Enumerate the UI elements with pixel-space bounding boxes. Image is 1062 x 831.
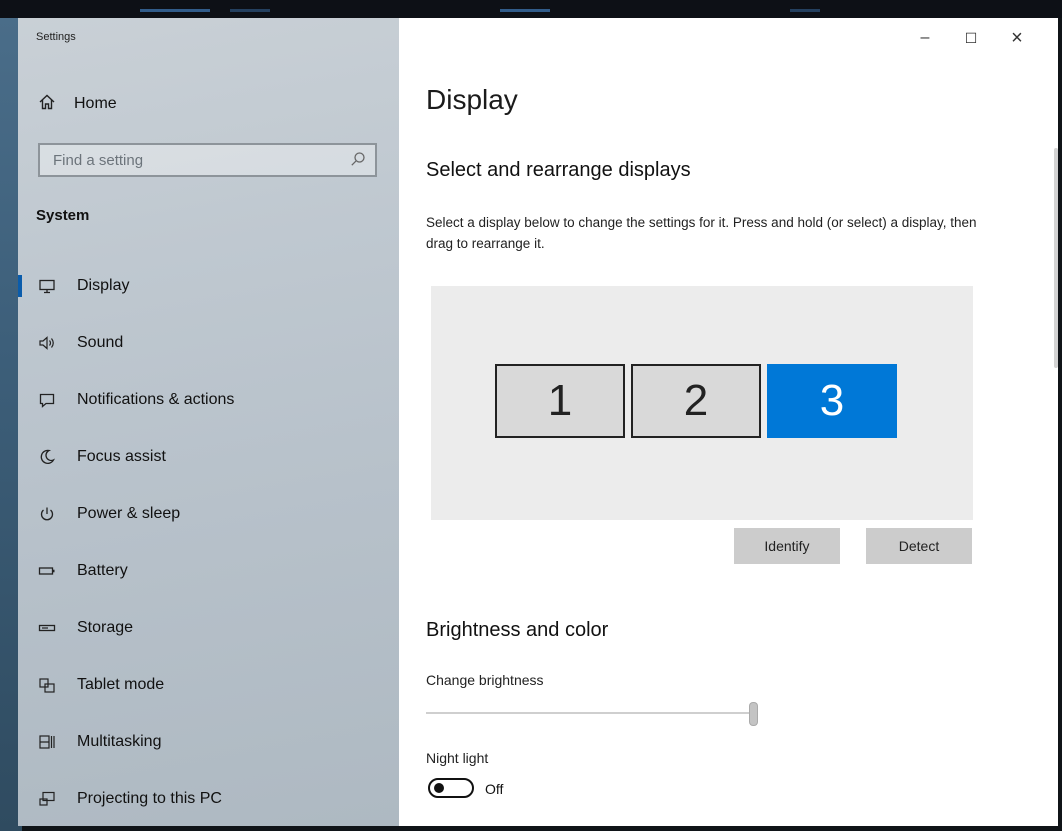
night-light-toggle[interactable] (428, 778, 474, 798)
sidebar: Settings Home System Display Sound (18, 18, 399, 826)
scrollbar[interactable] (1054, 148, 1058, 368)
window-title: Settings (36, 31, 76, 43)
sidebar-item-power-sleep[interactable]: Power & sleep (18, 485, 399, 542)
display-arrangement-area: 1 2 3 (431, 286, 973, 520)
search-icon[interactable] (349, 150, 367, 168)
sidebar-item-sound[interactable]: Sound (18, 314, 399, 371)
moon-icon (36, 446, 58, 468)
sidebar-item-tablet-mode[interactable]: Tablet mode (18, 656, 399, 713)
main-content: – ☐ × Display Select and rearrange displ… (399, 18, 1058, 826)
sidebar-item-multitasking[interactable]: Multitasking (18, 713, 399, 770)
sidebar-item-notifications[interactable]: Notifications & actions (18, 371, 399, 428)
page-title: Display (426, 84, 518, 115)
toggle-knob (434, 783, 444, 793)
home-link[interactable]: Home (36, 92, 117, 116)
tablet-mode-icon (36, 674, 58, 696)
arrange-description: Select a display below to change the set… (426, 215, 977, 251)
search-input[interactable] (40, 145, 353, 175)
sidebar-item-label: Display (77, 276, 130, 294)
notification-icon (36, 389, 58, 411)
brightness-heading: Brightness and color (426, 619, 609, 641)
taskbar-item (790, 9, 820, 12)
monitor-2[interactable]: 2 (631, 364, 761, 438)
sidebar-item-label: Multitasking (77, 732, 162, 750)
monitor-1[interactable]: 1 (495, 364, 625, 438)
sidebar-item-battery[interactable]: Battery (18, 542, 399, 599)
speaker-icon (36, 332, 58, 354)
sidebar-item-storage[interactable]: Storage (18, 599, 399, 656)
sidebar-item-label: Storage (77, 618, 134, 636)
detect-button[interactable]: Detect (866, 528, 972, 564)
sidebar-item-focus-assist[interactable]: Focus assist (18, 428, 399, 485)
sidebar-item-label: Focus assist (77, 447, 166, 465)
night-light-label: Night light (426, 750, 489, 766)
section-heading-system: System (36, 207, 90, 224)
home-icon (36, 93, 58, 116)
taskbar-strip (0, 0, 1062, 18)
close-icon: × (1011, 26, 1023, 49)
maximize-icon: ☐ (964, 29, 978, 46)
sidebar-item-label: Tablet mode (77, 675, 165, 693)
home-label: Home (74, 95, 117, 112)
brightness-label: Change brightness (426, 672, 544, 688)
sidebar-item-display[interactable]: Display (18, 257, 399, 314)
monitor-icon (36, 275, 58, 297)
taskbar-item (140, 9, 210, 12)
sidebar-item-projecting[interactable]: Projecting to this PC (18, 770, 399, 826)
taskbar-item (500, 9, 550, 12)
storage-icon (36, 617, 58, 639)
maximize-button[interactable]: ☐ (948, 18, 994, 58)
minimize-button[interactable]: – (902, 18, 948, 58)
sidebar-item-label: Power & sleep (77, 504, 181, 522)
identify-button[interactable]: Identify (734, 528, 840, 564)
sidebar-item-label: Notifications & actions (77, 390, 235, 408)
battery-icon (36, 560, 58, 582)
power-icon (36, 503, 58, 525)
close-button[interactable]: × (994, 18, 1040, 58)
search-box (38, 143, 377, 177)
projecting-icon (36, 788, 58, 810)
sidebar-item-label: Projecting to this PC (77, 789, 222, 807)
monitor-3[interactable]: 3 (767, 364, 897, 438)
sidebar-item-label: Sound (77, 333, 124, 351)
minimize-icon: – (920, 29, 930, 46)
settings-window: Settings Home System Display Sound (18, 18, 1058, 826)
brightness-slider-track[interactable] (426, 712, 754, 714)
sidebar-nav: Display Sound Notifications & actions Fo… (18, 257, 399, 826)
sidebar-item-label: Battery (77, 561, 128, 579)
arrange-heading: Select and rearrange displays (426, 159, 691, 181)
taskbar-item (230, 9, 270, 12)
night-light-state: Off (485, 781, 504, 797)
brightness-slider-thumb[interactable] (750, 703, 757, 725)
multitasking-icon (36, 731, 58, 753)
